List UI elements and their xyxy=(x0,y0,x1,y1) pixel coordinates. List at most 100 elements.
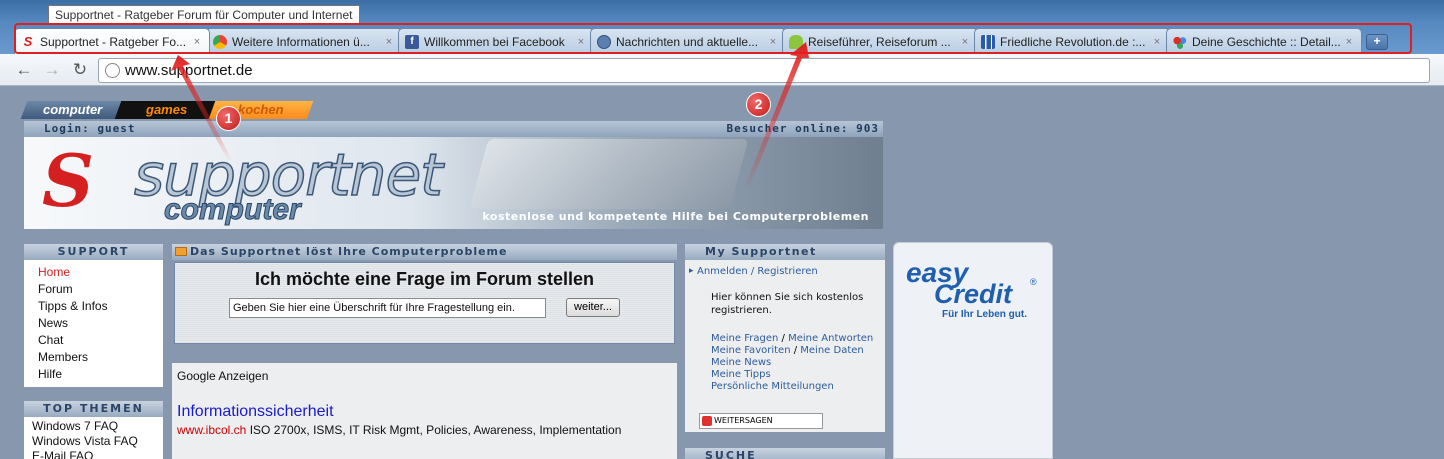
menu-tipps[interactable]: Tipps & Infos xyxy=(38,298,163,315)
globe-favicon-icon xyxy=(597,34,611,49)
tab-nachrichten[interactable]: Nachrichten und aktuelle... × xyxy=(590,28,786,54)
page-globe-icon xyxy=(105,63,120,78)
menu-hilfe[interactable]: Hilfe xyxy=(38,366,163,383)
address-bar[interactable]: www.supportnet.de xyxy=(98,58,1430,83)
tab-title: Supportnet - Ratgeber Fo... xyxy=(40,34,187,49)
ask-question-box: Ich möchte eine Frage im Forum stellen G… xyxy=(172,260,677,346)
tab-facebook[interactable]: f Willkommen bei Facebook × xyxy=(398,28,594,54)
tab-title: Friedliche Revolution.de :... xyxy=(1000,34,1146,49)
banner-tagline: kostenlose und kompetente Hilfe bei Comp… xyxy=(482,210,869,223)
ad-registered-mark: ® xyxy=(1030,277,1037,287)
login-status: Login: guest xyxy=(44,122,136,135)
center-header-title: Das Supportnet löst Ihre Computerproblem… xyxy=(190,245,508,258)
reload-icon[interactable]: ↻ xyxy=(70,60,90,80)
back-arrow-icon[interactable]: ← xyxy=(14,60,34,80)
site-tab-games[interactable]: games xyxy=(114,101,220,119)
login-bar: Login: guest Besucher online: 903 xyxy=(24,121,883,137)
center-header: Das Supportnet löst Ihre Computerproblem… xyxy=(172,244,677,260)
link-meine-daten[interactable]: Meine Daten xyxy=(800,345,863,356)
address-url: www.supportnet.de xyxy=(125,62,253,79)
tab-title: Weitere Informationen ü... xyxy=(232,34,370,49)
chrome-favicon-icon xyxy=(213,34,227,49)
weiter-button[interactable]: weiter... xyxy=(566,298,620,317)
site-tab-computer[interactable]: computer xyxy=(20,101,126,119)
chart-favicon-icon xyxy=(981,34,995,49)
topic-link[interactable]: Windows Vista FAQ xyxy=(32,434,163,449)
site-tab-label: kochen xyxy=(238,102,284,117)
signup-info: Hier können Sie sich kostenlos registrie… xyxy=(711,292,864,316)
my-supportnet-box: Anmelden / Registrieren Hier können Sie … xyxy=(685,260,885,432)
link-meine-tipps[interactable]: Meine Tipps xyxy=(711,369,771,380)
supportnet-s-logo: S xyxy=(42,138,94,223)
tab-close-icon[interactable]: × xyxy=(1151,36,1163,48)
suche-header: SUCHE xyxy=(685,448,885,459)
tab-title: Willkommen bei Facebook xyxy=(424,34,565,49)
topic-link[interactable]: E-Mail FAQ xyxy=(32,449,163,459)
ad-slogan: Für Ihr Leben gut. xyxy=(942,309,1027,320)
tab-close-icon[interactable]: × xyxy=(575,36,587,48)
laptop-image xyxy=(469,139,749,209)
link-meine-antworten[interactable]: Meine Antworten xyxy=(788,333,873,344)
link-mitteilungen[interactable]: Persönliche Mitteilungen xyxy=(711,381,834,392)
page-content: computer games kochen Login: guest Besuc… xyxy=(0,87,1444,459)
support-header: SUPPORT xyxy=(24,244,163,260)
easycredit-ad[interactable]: easy Credit ® Für Ihr Leben gut. xyxy=(893,242,1053,459)
tab-weitere-informationen[interactable]: Weitere Informationen ü... × xyxy=(206,28,402,54)
tab-supportnet[interactable]: S Supportnet - Ratgeber Fo... × xyxy=(14,28,210,54)
link-meine-fragen[interactable]: Meine Fragen xyxy=(711,333,778,344)
tab-close-icon[interactable]: × xyxy=(191,36,203,48)
link-meine-favoriten[interactable]: Meine Favoriten xyxy=(711,345,791,356)
signup-link[interactable]: Anmelden / Registrieren xyxy=(689,266,879,277)
dots-favicon-icon xyxy=(1173,34,1187,49)
menu-chat[interactable]: Chat xyxy=(38,332,163,349)
google-ads: Google Anzeigen Informationssicherheit w… xyxy=(172,363,677,459)
tab-close-icon[interactable]: × xyxy=(383,36,395,48)
menu-forum[interactable]: Forum xyxy=(38,281,163,298)
ad-description: ISO 2700x, ISMS, IT Risk Mgmt, Policies,… xyxy=(246,423,622,437)
ad-link[interactable]: Informationssicherheit xyxy=(177,403,672,421)
tab-tooltip: Supportnet - Ratgeber Forum für Computer… xyxy=(48,5,360,24)
ads-title: Google Anzeigen xyxy=(177,369,269,383)
ad-text-line: www.ibcol.ch ISO 2700x, ISMS, IT Risk Mg… xyxy=(177,423,672,437)
site-tab-label: games xyxy=(146,102,188,117)
center-column: Das Supportnet löst Ihre Computerproblem… xyxy=(172,244,677,459)
annotation-badge-2: 2 xyxy=(746,92,771,117)
tab-close-icon[interactable]: × xyxy=(959,36,971,48)
ad-logo-credit: Credit xyxy=(934,279,1013,309)
site-tab-label: computer xyxy=(43,102,103,117)
ask-heading: Ich möchte eine Frage im Forum stellen xyxy=(254,269,595,289)
right-column: My Supportnet Anmelden / Registrieren Hi… xyxy=(685,244,885,459)
top-themen-list: Windows 7 FAQ Windows Vista FAQ E-Mail F… xyxy=(24,417,163,459)
forward-arrow-icon[interactable]: → xyxy=(42,60,62,80)
new-tab-button[interactable]: + xyxy=(1366,34,1388,50)
site-banner[interactable]: S supportnet computer kostenlose und kom… xyxy=(24,137,883,229)
ad-domain[interactable]: www.ibcol.ch xyxy=(177,423,246,437)
menu-news[interactable]: News xyxy=(38,315,163,332)
my-supportnet-header: My Supportnet xyxy=(685,244,885,260)
menu-home[interactable]: Home xyxy=(38,264,163,281)
visitors-online: Besucher online: 903 xyxy=(726,122,879,135)
tab-close-icon[interactable]: × xyxy=(1343,36,1355,48)
browser-toolbar: ← → ↻ www.supportnet.de xyxy=(0,54,1444,86)
supportnet-favicon-icon: S xyxy=(23,34,33,49)
menu-members[interactable]: Members xyxy=(38,349,163,366)
tab-title: Nachrichten und aktuelle... xyxy=(616,34,759,49)
ask-question-panel: Ich möchte eine Frage im Forum stellen G… xyxy=(174,262,675,344)
support-menu: Home Forum Tipps & Infos News Chat Membe… xyxy=(24,260,163,387)
tab-friedliche-revolution[interactable]: Friedliche Revolution.de :... × xyxy=(974,28,1170,54)
banner-sub: computer xyxy=(164,193,302,227)
weitersagen-button[interactable]: WEITERSAGEN xyxy=(699,413,823,429)
link-meine-news[interactable]: Meine News xyxy=(711,357,771,368)
tab-deine-geschichte[interactable]: Deine Geschichte :: Detail... × xyxy=(1166,28,1362,54)
question-title-input[interactable]: Geben Sie hier eine Überschrift für Ihre… xyxy=(229,298,546,318)
tab-reisefuehrer[interactable]: Reiseführer, Reiseforum ... × xyxy=(782,28,978,54)
topic-link[interactable]: Windows 7 FAQ xyxy=(32,419,163,434)
tab-title: Reiseführer, Reiseforum ... xyxy=(808,34,951,49)
facebook-favicon-icon: f xyxy=(405,34,419,49)
tab-strip: S Supportnet - Ratgeber Fo... × Weitere … xyxy=(14,26,1388,54)
browser-titlebar: Supportnet - Ratgeber Forum für Computer… xyxy=(0,0,1444,56)
tab-close-icon[interactable]: × xyxy=(767,36,779,48)
folder-icon xyxy=(175,247,187,256)
annotation-badge-1: 1 xyxy=(216,106,241,131)
site-section-tabs: computer games kochen xyxy=(20,101,314,119)
